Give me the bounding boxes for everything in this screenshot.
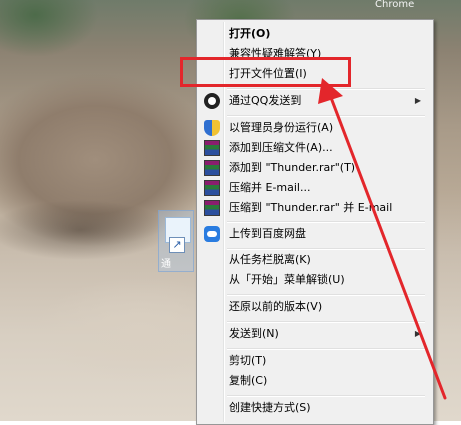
menu-item-create-shortcut[interactable]: 创建快捷方式(S) [199,397,429,419]
menu-item-open[interactable]: 打开(O) [199,23,429,45]
menu-item-run-as-admin[interactable]: 以管理员身份运行(A) [199,117,429,139]
winrar-icon [204,140,220,156]
submenu-arrow-icon: ▶ [414,96,421,105]
menu-item-send-via-qq[interactable]: 通过QQ发送到 ▶ [199,90,429,112]
desktop-shortcut-thunder[interactable]: ↗ 通 [158,210,194,272]
menu-item-add-to-thunder-rar[interactable]: 添加到 "Thunder.rar"(T) [199,157,429,179]
menu-item-send-to[interactable]: 发送到(N) ▶ [199,323,429,345]
menu-item-label: 从「开始」菜单解锁(U) [229,273,345,286]
menu-item-copy[interactable]: 复制(C) [199,370,429,392]
desktop-icon-label-chrome: Chrome [375,0,415,9]
menu-item-label: 创建快捷方式(S) [229,401,311,414]
menu-item-label: 还原以前的版本(V) [229,300,323,313]
winrar-icon [204,200,220,216]
menu-item-label: 添加到 "Thunder.rar"(T) [229,161,356,174]
menu-item-compress-thunder-and-email[interactable]: 压缩到 "Thunder.rar" 并 E-mail [199,197,429,219]
menu-item-label: 从任务栏脱离(K) [229,253,311,266]
shortcut-arrow-icon: ↗ [169,237,185,253]
menu-item-add-to-archive[interactable]: 添加到压缩文件(A)... [199,137,429,159]
menu-item-restore-previous-versions[interactable]: 还原以前的版本(V) [199,296,429,318]
menu-item-label: 发送到(N) [229,327,279,340]
menu-item-label: 复制(C) [229,374,268,387]
rock-shadow [0,200,170,260]
winrar-icon [204,160,220,176]
uac-shield-icon [204,120,220,136]
menu-item-compress-and-email[interactable]: 压缩并 E-mail... [199,177,429,199]
menu-item-label: 压缩到 "Thunder.rar" 并 E-mail [229,201,393,214]
menu-item-label: 添加到压缩文件(A)... [229,141,333,154]
menu-item-label: 上传到百度网盘 [229,227,306,240]
menu-item-cut[interactable]: 剪切(T) [199,350,429,372]
menu-item-upload-baidu-netdisk[interactable]: 上传到百度网盘 [199,223,429,245]
menu-item-unpin-start-menu[interactable]: 从「开始」菜单解锁(U) [199,269,429,291]
winrar-icon [204,180,220,196]
desktop-shortcut-label: 通 [161,259,171,270]
menu-item-label: 打开(O) [229,27,271,40]
baidu-netdisk-icon [204,226,220,242]
menu-item-unpin-taskbar[interactable]: 从任务栏脱离(K) [199,249,429,271]
menu-item-label: 通过QQ发送到 [229,94,302,107]
menu-item-label: 剪切(T) [229,354,267,367]
annotation-highlight-box [180,57,351,87]
menu-item-label: 压缩并 E-mail... [229,181,311,194]
qq-icon [204,93,220,109]
menu-item-label: 以管理员身份运行(A) [229,121,334,134]
submenu-arrow-icon: ▶ [414,329,421,338]
